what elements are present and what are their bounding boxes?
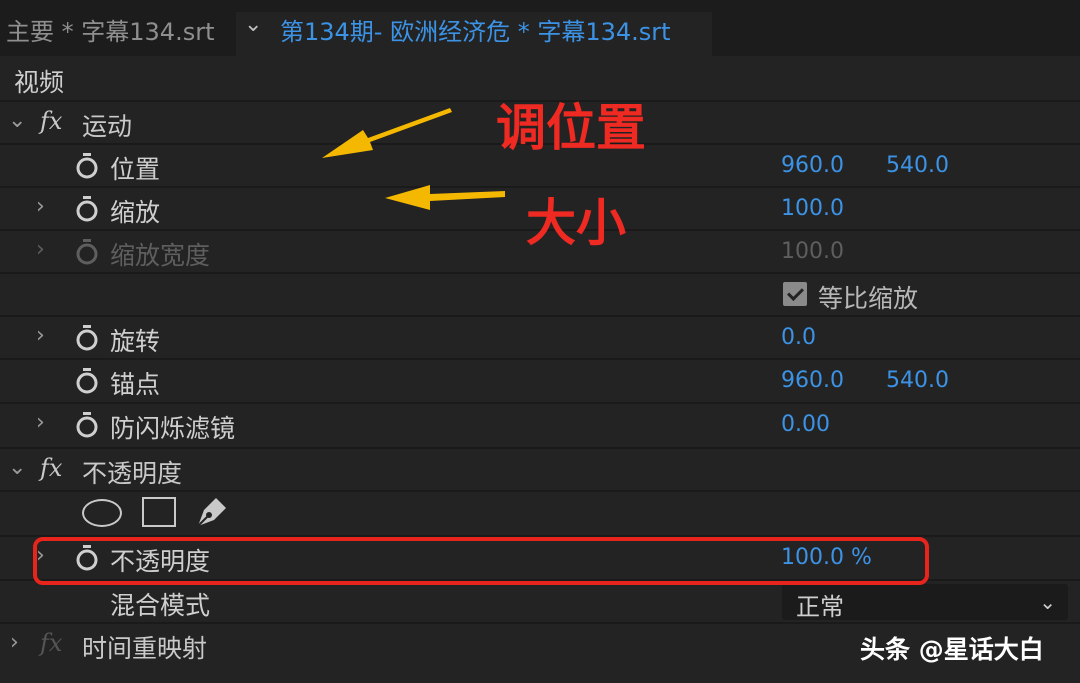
tab-sequence-label: 第134期- 欧洲经济危 * 字幕134.srt (280, 18, 671, 46)
stopwatch-icon[interactable] (74, 325, 100, 351)
property-row-anchor: 锚点 960.0 540.0 (0, 358, 1080, 403)
property-label: 旋转 (110, 327, 161, 356)
tab-main[interactable]: 主要 * 字幕134.srt (6, 12, 214, 47)
property-row-uniform-scale: 等比缩放 (0, 272, 1080, 317)
stopwatch-icon[interactable] (74, 153, 100, 179)
chevron-right-icon: › (36, 237, 45, 262)
fx-icon[interactable]: fx (40, 454, 62, 482)
mask-tools-row (0, 490, 1080, 535)
effect-opacity-label: 不透明度 (82, 459, 183, 488)
property-row-anti-flicker: › 防闪烁滤镜 0.00 (0, 402, 1080, 447)
annotation-position-note: 调位置 (496, 99, 646, 157)
pen-mask-icon[interactable] (194, 494, 230, 530)
chevron-down-icon[interactable]: ⌄ (8, 108, 26, 133)
property-label: 缩放宽度 (110, 241, 211, 270)
blend-mode-select[interactable]: 正常 ⌄ (782, 584, 1068, 621)
stopwatch-icon[interactable] (74, 368, 100, 394)
stopwatch-icon (76, 239, 98, 265)
property-row-rotation: › 旋转 0.0 (0, 315, 1080, 360)
position-y-value[interactable]: 540.0 (886, 153, 949, 178)
effect-motion-label: 运动 (82, 112, 133, 141)
rotation-value[interactable]: 0.0 (781, 325, 816, 350)
stopwatch-icon[interactable] (74, 196, 100, 222)
scale-value[interactable]: 100.0 (781, 196, 844, 221)
effect-controls-panel: 主要 * 字幕134.srt ⌄ 第134期- 欧洲经济危 * 字幕134.sr… (0, 0, 1080, 683)
effect-opacity-row[interactable]: ⌄ fx 不透明度 (0, 447, 1080, 492)
anchor-x-value[interactable]: 960.0 (781, 368, 844, 393)
chevron-down-icon[interactable]: ⌄ (8, 455, 26, 480)
watermark: 头条 @星话大白 (860, 635, 1044, 664)
property-label: 防闪烁滤镜 (110, 414, 236, 443)
opacity-highlight-box (33, 537, 929, 585)
position-x-value[interactable]: 960.0 (781, 153, 844, 178)
property-label: 缩放 (110, 198, 161, 227)
rectangle-mask-icon[interactable] (142, 497, 176, 527)
tab-bar: 主要 * 字幕134.srt ⌄ 第134期- 欧洲经济危 * 字幕134.sr… (0, 0, 1080, 56)
stopwatch-icon[interactable] (74, 412, 100, 438)
chevron-down-icon: ⌄ (1039, 590, 1056, 614)
chevron-right-icon[interactable]: › (36, 323, 45, 348)
effect-time-remap-label: 时间重映射 (82, 634, 208, 663)
blend-mode-value: 正常 (796, 593, 844, 621)
section-title-video: 视频 (14, 68, 65, 97)
uniform-scale-label: 等比缩放 (818, 284, 919, 313)
chevron-right-icon[interactable]: › (36, 194, 45, 219)
anti-flicker-value[interactable]: 0.00 (781, 412, 830, 437)
annotation-scale-note: 大小 (526, 194, 626, 252)
tab-sequence[interactable]: ⌄ 第134期- 欧洲经济危 * 字幕134.srt (236, 12, 712, 56)
property-label: 混合模式 (110, 591, 211, 620)
fx-icon[interactable]: fx (40, 629, 62, 657)
fx-icon[interactable]: fx (40, 107, 62, 135)
property-label: 位置 (110, 155, 161, 184)
ellipse-mask-icon[interactable] (82, 499, 122, 527)
anchor-y-value[interactable]: 540.0 (886, 368, 949, 393)
chevron-right-icon[interactable]: › (36, 410, 45, 435)
property-label: 锚点 (110, 370, 161, 399)
property-row-blend-mode: 混合模式 正常 ⌄ (0, 579, 1080, 624)
chevron-down-icon[interactable]: ⌄ (244, 12, 262, 37)
uniform-scale-checkbox[interactable] (783, 282, 807, 306)
chevron-right-icon[interactable]: › (10, 630, 19, 655)
scale-width-value: 100.0 (781, 239, 844, 264)
